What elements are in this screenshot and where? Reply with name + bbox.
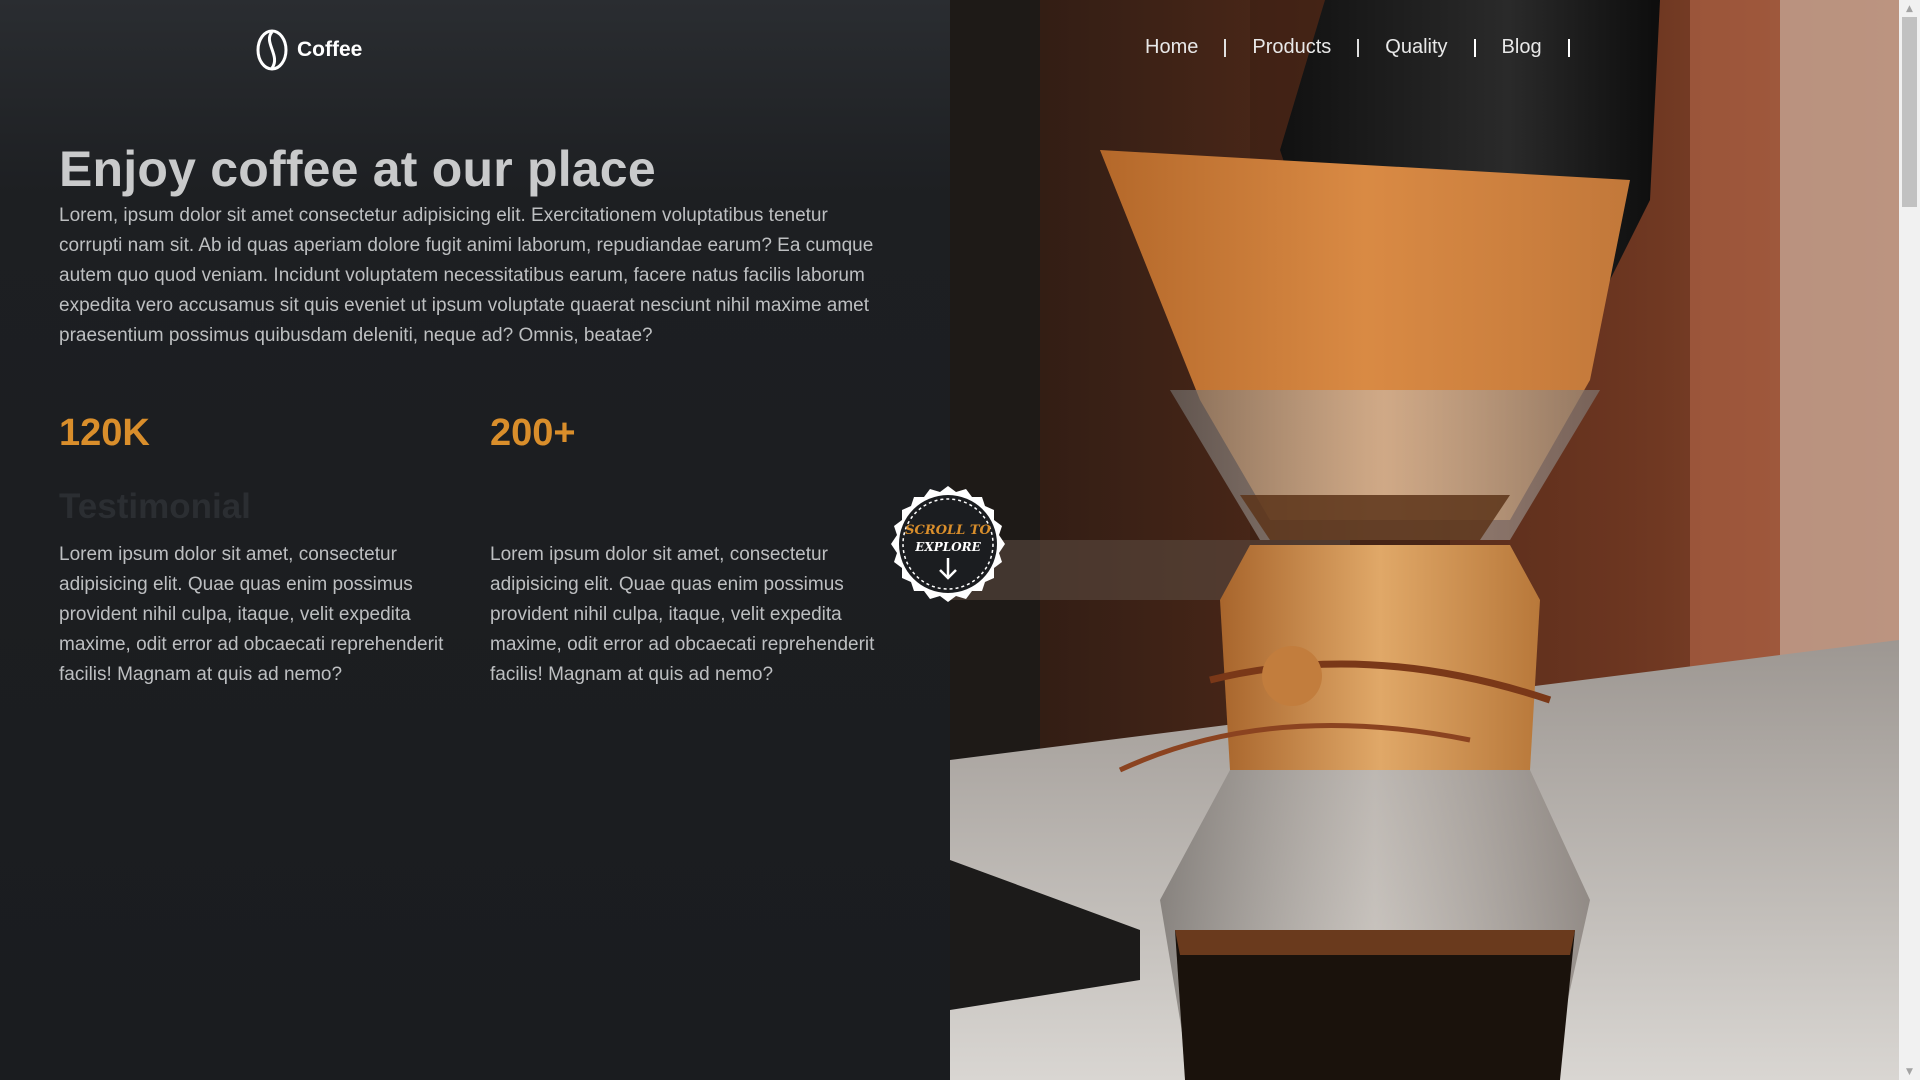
stat-value-1: 120K (59, 412, 150, 454)
nav-blog[interactable]: Blog (1502, 36, 1542, 59)
nav-divider (1224, 38, 1227, 57)
brand-name: Coffee (297, 38, 363, 61)
nav-quality[interactable]: Quality (1385, 36, 1447, 59)
scroll-to-explore-button[interactable]: SCROLL TO EXPLORE (886, 482, 1010, 606)
stat-text-1: Lorem ipsum dolor sit amet, consectetur … (59, 544, 444, 685)
testimonial-heading: Testimonial (59, 487, 251, 526)
stat-text-2: Lorem ipsum dolor sit amet, consectetur … (490, 544, 875, 685)
coffee-bean-icon (256, 29, 288, 71)
badge-line-2: EXPLORE (914, 540, 981, 554)
nav-divider (1567, 38, 1570, 57)
stat-value-2: 200+ (490, 412, 576, 454)
nav-products[interactable]: Products (1252, 36, 1331, 59)
page: Coffee Home Products Quality Blog Enjoy … (0, 0, 1920, 1080)
scrollbar-thumb[interactable] (1902, 17, 1917, 207)
nav-divider (1473, 38, 1476, 57)
brand-logo[interactable]: Coffee (255, 28, 362, 72)
main-nav: Home Products Quality Blog (1145, 36, 1596, 59)
hero-title: Enjoy coffee at our place (59, 141, 656, 197)
vertical-scrollbar[interactable]: ▲ ▼ (1899, 0, 1920, 1080)
scroll-down-arrow-icon[interactable]: ▼ (1899, 1063, 1920, 1080)
badge-line-1: SCROLL TO (905, 523, 991, 538)
scroll-up-arrow-icon[interactable]: ▲ (1899, 0, 1920, 17)
nav-home[interactable]: Home (1145, 36, 1198, 59)
hero-text: Lorem, ipsum dolor sit amet consectetur … (59, 205, 874, 346)
hero-image (950, 0, 1899, 1080)
scroll-badge-graphic: SCROLL TO EXPLORE (891, 486, 1005, 602)
chemex-photo (950, 0, 1899, 1080)
nav-divider (1357, 38, 1360, 57)
